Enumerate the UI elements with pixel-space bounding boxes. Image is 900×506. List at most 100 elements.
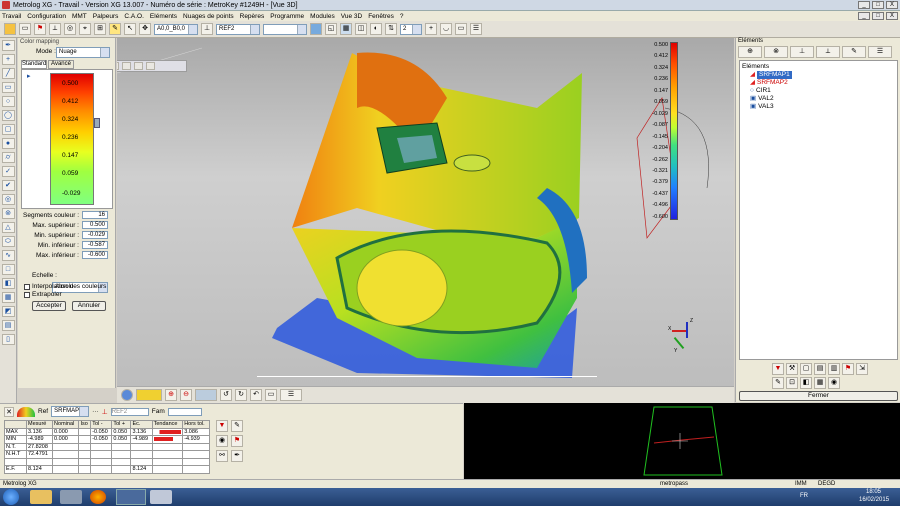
app-task-icon[interactable] (150, 490, 172, 504)
chart-icon[interactable]: ▥ (828, 363, 840, 375)
menu-travail[interactable]: Travail (2, 13, 21, 20)
menu-elements[interactable]: Eléments (150, 13, 177, 20)
square-icon[interactable]: □ (1, 264, 15, 275)
max-sup-input[interactable]: 0.500 (82, 221, 108, 229)
note-icon[interactable]: ▯ (1, 334, 15, 345)
tab-probe-icon[interactable]: ⟂ (816, 46, 840, 58)
doc-close-button[interactable]: X (886, 12, 898, 20)
preview-view[interactable] (464, 403, 900, 479)
cylinder-icon[interactable]: ⌭ (1, 152, 15, 163)
view-icon[interactable]: ◱ (325, 23, 337, 35)
move-icon[interactable]: ✥ (139, 23, 151, 35)
frame-icon[interactable]: ⊞ (94, 23, 106, 35)
interp-checkbox[interactable] (24, 283, 30, 290)
target-icon[interactable]: ⊚ (1, 208, 15, 219)
list-icon[interactable]: ☰ (470, 23, 482, 35)
frame2-icon[interactable]: ▭ (455, 23, 467, 35)
tab-elements-icon[interactable]: ⊕ (738, 46, 762, 58)
table-icon[interactable]: ▦ (814, 377, 826, 389)
scan-icon[interactable]: ◡ (440, 23, 452, 35)
pen-result-icon[interactable]: ✎ (231, 420, 243, 432)
tree-item-val3[interactable]: ▣ VAL3 (742, 103, 895, 111)
explorer-icon[interactable] (30, 490, 52, 504)
grid-tool-icon[interactable]: ▦ (1, 292, 15, 303)
tab-avance[interactable]: Avancé (48, 60, 74, 69)
tab-pen-icon[interactable]: ✎ (842, 46, 866, 58)
plane-icon[interactable]: ▭ (1, 82, 15, 93)
menu-vue3d[interactable]: Vue 3D (341, 13, 362, 20)
ref-input[interactable]: REF2 (110, 407, 149, 416)
sphere-tool-icon[interactable]: ● (1, 138, 15, 149)
report-icon[interactable]: ▤ (814, 363, 826, 375)
files-icon[interactable] (60, 490, 82, 504)
copy-icon[interactable]: ▢ (800, 363, 812, 375)
tab-axes-icon[interactable]: ⊥ (790, 46, 814, 58)
flag-icon[interactable]: ⚑ (34, 23, 46, 35)
bucket-icon[interactable]: ▼ (216, 420, 228, 432)
menu-mmt[interactable]: MMT (72, 13, 87, 20)
menu-modules[interactable]: Modules (310, 13, 335, 20)
align-icon[interactable]: ⌖ (79, 23, 91, 35)
check2-icon[interactable]: ✔ (1, 180, 15, 191)
menu-fenetres[interactable]: Fenêtres (368, 13, 394, 20)
menu-configuration[interactable]: Configuration (27, 13, 66, 20)
table-row[interactable]: N.H.T 72.4791 (4, 450, 210, 459)
edit-icon[interactable]: ✎ (772, 377, 784, 389)
max-inf-input[interactable]: -0.600 (82, 251, 108, 259)
zoom-in-icon[interactable]: ⊕ (165, 389, 177, 401)
pen-icon[interactable]: ✒ (1, 40, 15, 51)
curve-icon[interactable]: ∿ (1, 250, 15, 261)
tree-item-cir1[interactable]: ○ CIR1 (742, 87, 895, 95)
colormap-icon[interactable] (310, 23, 322, 35)
pin-icon[interactable]: ✕ (4, 406, 14, 417)
table-row[interactable] (4, 457, 210, 466)
export-icon[interactable]: ⇲ (856, 363, 868, 375)
grid-icon[interactable]: ▦ (340, 23, 352, 35)
rotate-right-icon[interactable]: ↻ (235, 389, 247, 401)
settings-view-icon[interactable]: ☰ (280, 389, 302, 401)
surface-icon[interactable]: ◩ (1, 306, 15, 317)
cancel-button[interactable]: Annuler (72, 301, 106, 311)
menu-nuages[interactable]: Nuages de points (183, 13, 234, 20)
doc-maximize-button[interactable]: □ (872, 12, 884, 20)
tree-item-val2[interactable]: ▣ VAL2 (742, 95, 895, 103)
accept-button[interactable]: Accepter (32, 301, 66, 311)
firefox-icon[interactable] (90, 490, 106, 504)
table-row[interactable]: E.F. 8.124 8.124 (4, 465, 210, 474)
menu-reperes[interactable]: Repères (240, 13, 265, 20)
alignment-combo[interactable]: A0,0_B0,0 (154, 23, 198, 35)
cursor-icon[interactable]: ↖ (124, 23, 136, 35)
mode-select[interactable]: Nuage (56, 47, 110, 58)
view-iso-icon[interactable] (134, 62, 143, 70)
menu-programme[interactable]: Programme (270, 13, 304, 20)
box-icon[interactable]: ◧ (1, 278, 15, 289)
slot-icon[interactable]: ⬭ (1, 236, 15, 247)
count-combo[interactable]: 2 (400, 23, 422, 35)
menu-palpeurs[interactable]: Palpeurs (93, 13, 119, 20)
probe-icon[interactable]: ⟂ (49, 23, 61, 35)
plus-icon[interactable]: + (425, 23, 437, 35)
view-right-icon[interactable] (146, 62, 155, 70)
empty-combo[interactable] (263, 23, 307, 35)
line-icon[interactable]: ╱ (1, 68, 15, 79)
tree-item-srfmap1[interactable]: ◢ SRFMAP1 (742, 71, 895, 79)
table-row[interactable]: MAX 3.136 0.000 -0.050 0.050 3.136 3.086 (4, 427, 210, 436)
3d-viewport[interactable]: 0.500 0.412 0.324 0.236 0.147 0.059 -0.0… (117, 38, 734, 386)
start-button[interactable] (3, 489, 19, 505)
metrolog-task-icon[interactable] (116, 489, 146, 505)
table-row[interactable]: MIN -4.989 0.000 -0.050 0.050 -4.989 -4.… (4, 435, 210, 444)
screen-icon[interactable]: ▭ (265, 389, 277, 401)
table-row[interactable]: N.T. 27.8208 (4, 442, 210, 451)
cone-icon[interactable]: △ (1, 222, 15, 233)
sphere-icon[interactable]: ◐ (370, 23, 382, 35)
ref-icon[interactable]: ⊥ (201, 23, 213, 35)
color-icon[interactable]: ◧ (800, 377, 812, 389)
fit-view-icon[interactable] (195, 389, 217, 401)
tree-item-srfmap2[interactable]: ◢ SRFMAP2 (742, 79, 895, 87)
flag-result-icon[interactable]: ⚑ (231, 435, 243, 447)
segments-input[interactable]: 16 (82, 211, 108, 219)
min-sup-input[interactable]: -0.029 (82, 231, 108, 239)
maximize-button[interactable]: □ (872, 1, 884, 9)
undo-view-icon[interactable]: ↶ (250, 389, 262, 401)
reference-combo[interactable]: REF2 (216, 23, 260, 35)
